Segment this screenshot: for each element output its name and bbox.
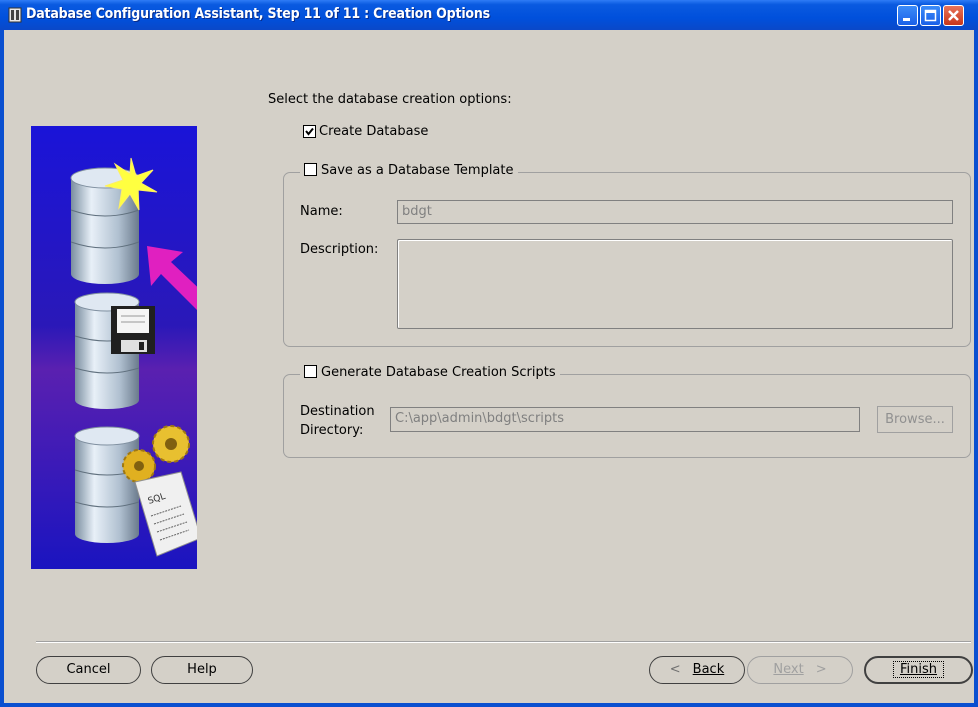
floppy-disk-icon — [111, 306, 155, 354]
minimize-button[interactable] — [897, 5, 918, 26]
generate-scripts-label: Generate Database Creation Scripts — [321, 365, 556, 380]
cancel-button[interactable]: Cancel — [36, 656, 141, 684]
save-template-checkbox[interactable] — [304, 163, 317, 176]
save-template-label: Save as a Database Template — [321, 163, 514, 178]
maximize-icon — [924, 9, 937, 22]
help-button[interactable]: Help — [151, 656, 253, 684]
back-arrow-icon: < — [669, 662, 681, 677]
close-icon — [948, 10, 959, 21]
help-label: Help — [187, 662, 217, 677]
next-button[interactable]: Next > — [747, 656, 853, 684]
database-illustration: SQL — [31, 126, 197, 569]
destination-label-line1: Destination — [300, 404, 375, 419]
app-icon — [8, 7, 22, 23]
finish-button[interactable]: Finish — [864, 656, 973, 684]
template-name-field[interactable]: bdgt — [397, 200, 953, 224]
template-description-label: Description: — [300, 242, 379, 257]
maximize-button[interactable] — [920, 5, 941, 26]
destination-directory-field[interactable]: C:\app\admin\bdgt\scripts — [390, 407, 860, 432]
back-button[interactable]: < Back — [649, 656, 745, 684]
creation-options-prompt: Select the database creation options: — [268, 92, 512, 107]
template-name-label: Name: — [300, 204, 343, 219]
cancel-label: Cancel — [66, 662, 111, 677]
finish-label: Finish — [892, 661, 945, 678]
template-legend[interactable]: Save as a Database Template — [300, 163, 518, 178]
checkmark-icon — [305, 127, 314, 136]
database-cylinder-3 — [74, 426, 140, 543]
dialog-window: Database Configuration Assistant, Step 1… — [0, 0, 978, 707]
close-button[interactable] — [943, 5, 964, 26]
footer-separator — [36, 641, 971, 643]
browse-button[interactable]: Browse... — [877, 406, 953, 433]
next-label: Next — [773, 662, 804, 677]
minimize-icon — [903, 18, 910, 21]
next-arrow-icon: > — [815, 662, 827, 677]
template-description-field[interactable] — [397, 239, 953, 329]
title-bar[interactable]: Database Configuration Assistant, Step 1… — [0, 0, 978, 30]
create-database-checkbox[interactable] — [303, 125, 316, 138]
destination-label-line2: Directory: — [300, 423, 364, 438]
back-label: Back — [692, 662, 725, 677]
scripts-legend[interactable]: Generate Database Creation Scripts — [300, 365, 560, 380]
window-title: Database Configuration Assistant, Step 1… — [26, 6, 490, 22]
create-database-label: Create Database — [319, 124, 429, 139]
destination-directory-label: Destination Directory: — [300, 402, 375, 440]
dialog-content: SQL Select the database creation options… — [4, 30, 974, 703]
generate-scripts-checkbox[interactable] — [304, 365, 317, 378]
